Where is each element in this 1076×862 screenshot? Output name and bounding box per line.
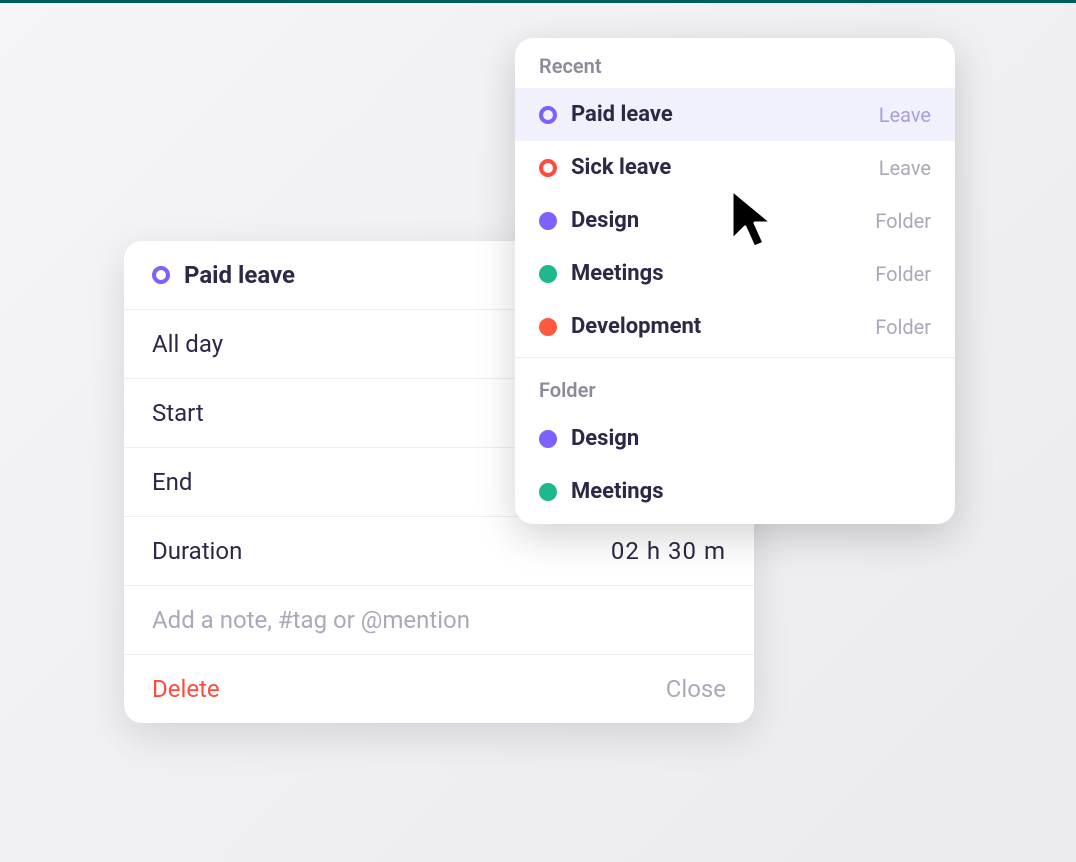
- duration-label: Duration: [152, 537, 242, 565]
- dropdown-item-label: Meetings: [571, 479, 931, 504]
- all-day-label: All day: [152, 330, 223, 358]
- delete-button[interactable]: Delete: [152, 675, 220, 703]
- dropdown-item-label: Design: [571, 426, 931, 451]
- dropdown-item-design[interactable]: Design Folder: [515, 194, 955, 247]
- dropdown-divider: [515, 357, 955, 358]
- dropdown-item-label: Paid leave: [571, 102, 865, 127]
- card-footer: Delete Close: [124, 655, 754, 723]
- duration-value: 02 h 30 m: [611, 537, 726, 565]
- note-placeholder: Add a note, #tag or @mention: [152, 606, 470, 634]
- duration-row[interactable]: Duration 02 h 30 m: [124, 517, 754, 586]
- section-recent-label: Recent: [515, 38, 955, 88]
- dropdown-item-type: Leave: [879, 156, 931, 180]
- dot-icon: [539, 212, 557, 230]
- dropdown-item-type: Leave: [879, 103, 931, 127]
- dropdown-item-development[interactable]: Development Folder: [515, 300, 955, 353]
- dropdown-item-label: Development: [571, 314, 861, 339]
- start-label: Start: [152, 399, 204, 427]
- note-input-row[interactable]: Add a note, #tag or @mention: [124, 586, 754, 655]
- dropdown-item-paid-leave[interactable]: Paid leave Leave: [515, 88, 955, 141]
- top-accent-bar: [0, 0, 1076, 3]
- dropdown-item-type: Folder: [875, 262, 931, 286]
- dot-icon: [539, 430, 557, 448]
- dropdown-item-meetings[interactable]: Meetings Folder: [515, 247, 955, 300]
- end-label: End: [152, 468, 192, 496]
- dot-icon: [539, 318, 557, 336]
- dot-icon: [539, 265, 557, 283]
- dropdown-folder-design[interactable]: Design: [515, 412, 955, 465]
- ring-icon: [152, 266, 170, 284]
- dropdown-folder-meetings[interactable]: Meetings: [515, 465, 955, 524]
- section-folder-label: Folder: [515, 362, 955, 412]
- ring-icon: [539, 106, 557, 124]
- category-dropdown: Recent Paid leave Leave Sick leave Leave…: [515, 38, 955, 524]
- dropdown-item-type: Folder: [875, 315, 931, 339]
- close-button[interactable]: Close: [666, 675, 726, 703]
- dropdown-item-label: Sick leave: [571, 155, 865, 180]
- event-category-name: Paid leave: [184, 261, 295, 289]
- dropdown-item-type: Folder: [875, 209, 931, 233]
- dot-icon: [539, 483, 557, 501]
- dropdown-item-label: Design: [571, 208, 861, 233]
- dropdown-item-label: Meetings: [571, 261, 861, 286]
- dropdown-item-sick-leave[interactable]: Sick leave Leave: [515, 141, 955, 194]
- ring-icon: [539, 159, 557, 177]
